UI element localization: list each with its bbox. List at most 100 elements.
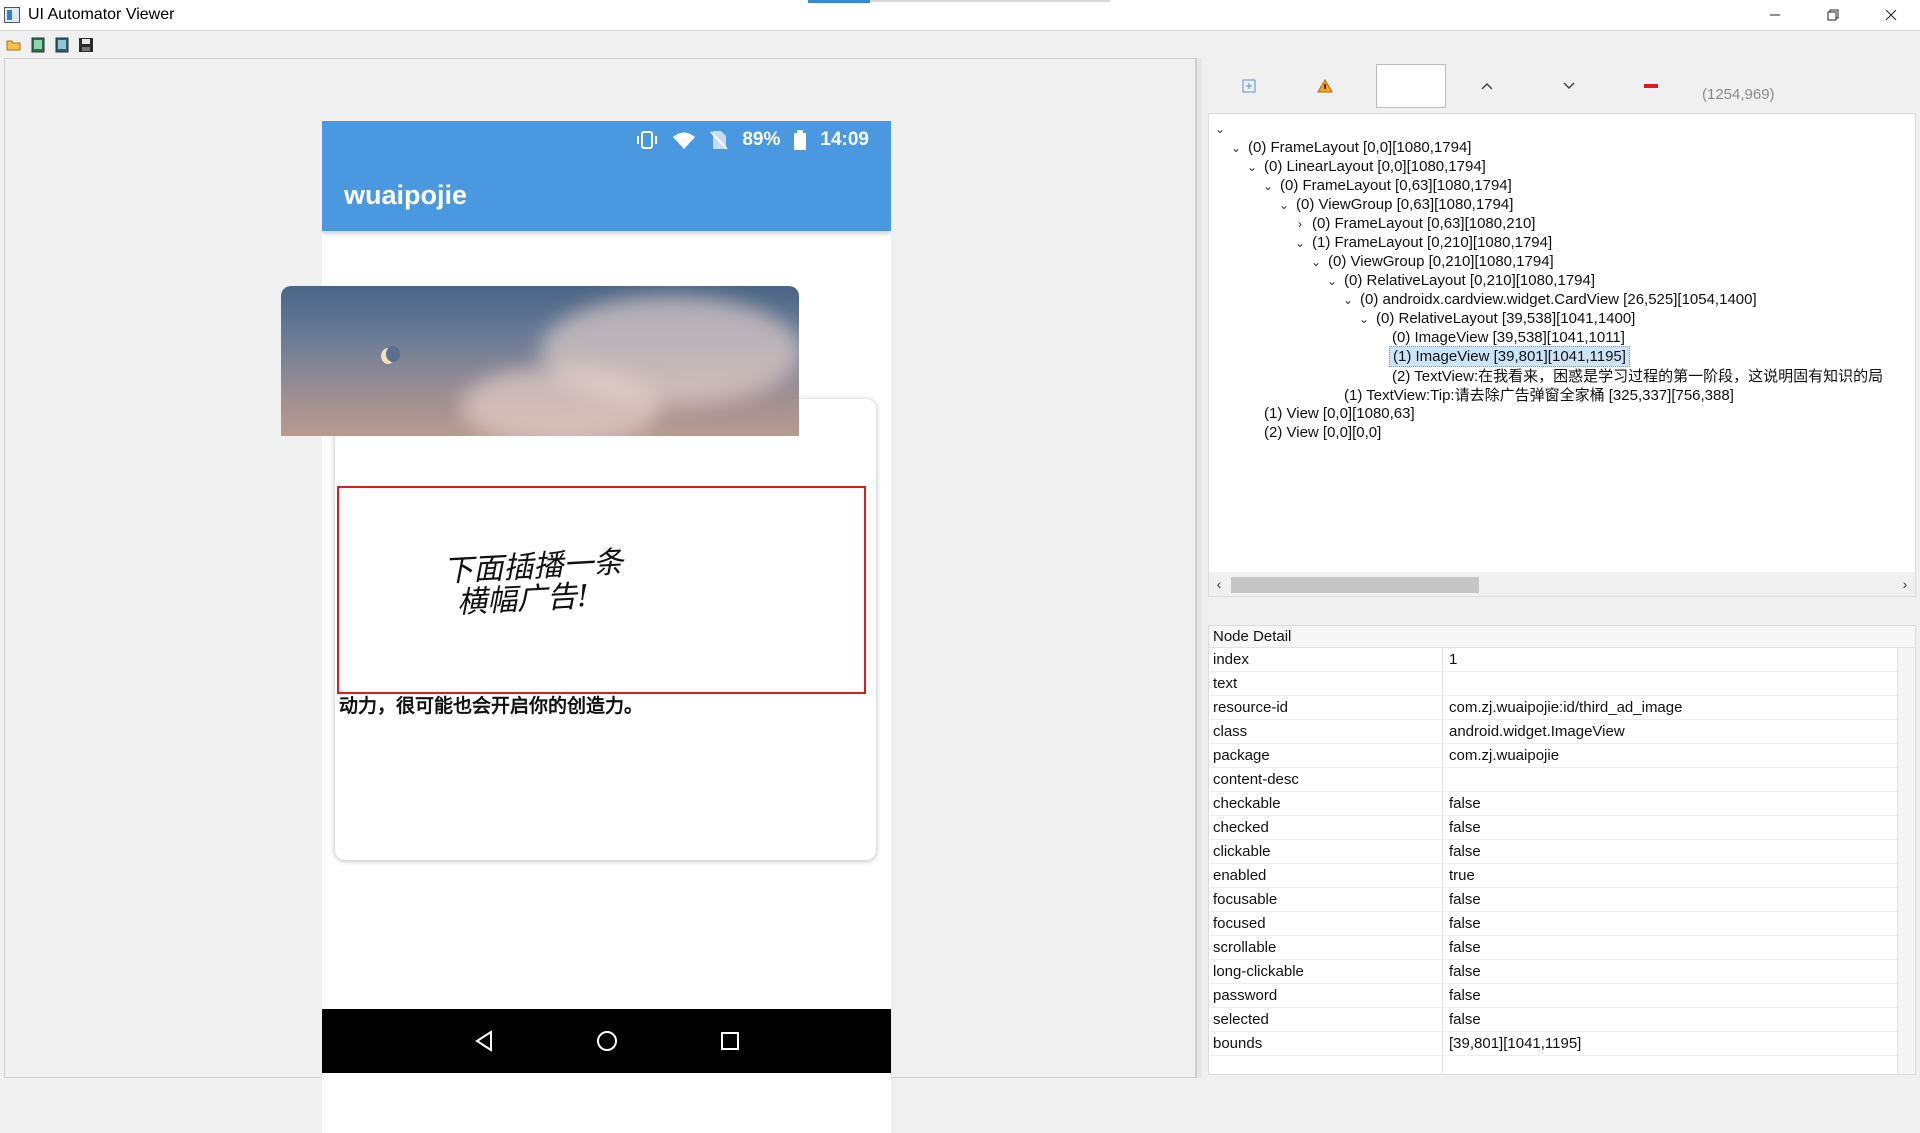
detail-value[interactable]: false bbox=[1443, 960, 1915, 984]
cursor-coordinates: (1254,969) bbox=[1702, 86, 1775, 103]
moon-shape bbox=[381, 346, 400, 364]
home-button[interactable] bbox=[594, 1028, 620, 1054]
detail-row[interactable]: package com.zj.wuaipojie bbox=[1209, 743, 1915, 768]
detail-value[interactable]: false bbox=[1443, 816, 1915, 840]
detail-row[interactable]: resource-id com.zj.wuaipojie:id/third_ad_… bbox=[1209, 695, 1915, 720]
previous-result-button[interactable] bbox=[1476, 75, 1498, 97]
close-button[interactable] bbox=[1862, 0, 1920, 30]
detail-value[interactable]: false bbox=[1443, 1008, 1915, 1032]
detail-value[interactable]: true bbox=[1443, 864, 1915, 888]
detail-row[interactable] bbox=[1209, 1055, 1915, 1075]
clear-search-button[interactable] bbox=[1640, 75, 1662, 97]
ad-banner-selected[interactable]: 下面插播一条 横幅广告! bbox=[337, 486, 866, 694]
device-screenshot-button[interactable] bbox=[29, 36, 47, 54]
detail-value[interactable] bbox=[1443, 1056, 1915, 1075]
detail-value[interactable]: false bbox=[1443, 912, 1915, 936]
detail-row[interactable]: selected false bbox=[1209, 1007, 1915, 1032]
chevron-down-icon[interactable]: ⌄ bbox=[1307, 255, 1325, 269]
toggle-nafs-button[interactable] bbox=[1314, 75, 1336, 97]
tree-node-label bbox=[1229, 128, 1235, 130]
minimize-button[interactable] bbox=[1746, 0, 1804, 30]
chevron-down-icon[interactable]: ⌄ bbox=[1211, 122, 1229, 136]
title-accent bbox=[808, 0, 870, 3]
detail-value[interactable]: [39,801][1041,1195] bbox=[1443, 1032, 1915, 1056]
detail-value[interactable]: false bbox=[1443, 984, 1915, 1008]
scroll-track[interactable] bbox=[1229, 575, 1895, 593]
restore-icon bbox=[1827, 9, 1839, 21]
open-icon bbox=[6, 40, 21, 50]
detail-row[interactable]: focused false bbox=[1209, 911, 1915, 936]
detail-row[interactable]: class android.widget.ImageView bbox=[1209, 719, 1915, 744]
scroll-right-icon[interactable]: › bbox=[1895, 576, 1915, 592]
detail-key: long-clickable bbox=[1209, 959, 1443, 984]
chevron-down-icon[interactable]: ⌄ bbox=[1243, 160, 1261, 174]
chevron-down-icon[interactable]: ⌄ bbox=[1339, 293, 1357, 307]
chevron-right-icon[interactable]: › bbox=[1291, 217, 1309, 231]
detail-value[interactable]: false bbox=[1443, 840, 1915, 864]
next-result-button[interactable] bbox=[1558, 75, 1580, 97]
detail-row[interactable]: bounds [39,801][1041,1195] bbox=[1209, 1031, 1915, 1056]
chevron-down-icon[interactable]: ⌄ bbox=[1227, 141, 1245, 155]
screenshot-panel[interactable]: 89% 14:09 wuaipojie Tip:请去除广告弹窗全家桶 下面插播一… bbox=[4, 58, 1196, 1133]
tree-horizontal-scrollbar[interactable]: ‹ › bbox=[1209, 572, 1915, 596]
detail-vertical-scrollbar[interactable] bbox=[1897, 648, 1915, 1074]
card-sky-image[interactable] bbox=[281, 286, 799, 436]
detail-key: selected bbox=[1209, 1007, 1443, 1032]
window-controls bbox=[1746, 0, 1920, 30]
device-screenshot-compressed-button[interactable] bbox=[53, 36, 71, 54]
detail-key: scrollable bbox=[1209, 935, 1443, 960]
detail-key: content-desc bbox=[1209, 767, 1443, 792]
recents-button[interactable] bbox=[717, 1028, 743, 1054]
detail-row[interactable]: checked false bbox=[1209, 815, 1915, 840]
detail-value[interactable]: false bbox=[1443, 888, 1915, 912]
device-screenshot-compressed-icon bbox=[55, 37, 69, 52]
status-bar: 89% 14:09 bbox=[322, 121, 891, 159]
save-button[interactable] bbox=[77, 36, 95, 54]
detail-value[interactable]: false bbox=[1443, 792, 1915, 816]
home-icon bbox=[596, 1031, 617, 1051]
expand-all-button[interactable] bbox=[1238, 75, 1260, 97]
chevron-down-icon[interactable]: ⌄ bbox=[1259, 179, 1277, 193]
scroll-thumb[interactable] bbox=[1231, 577, 1479, 593]
chevron-down-icon[interactable]: ⌄ bbox=[1275, 198, 1293, 212]
recents-icon bbox=[720, 1032, 739, 1050]
hierarchy-tree[interactable]: ⌄ ⌄ (0) FrameLayout [0,0][1080,1794] ⌄ (0) L… bbox=[1208, 113, 1916, 597]
inspector-panel: (1254,969) ⌄ ⌄ (0) FrameLayout [0,0][1080,… bbox=[1202, 58, 1916, 1078]
minus-icon bbox=[1644, 84, 1658, 88]
app-icon bbox=[4, 7, 20, 23]
detail-value[interactable]: com.zj.wuaipojie:id/third_ad_image bbox=[1443, 696, 1915, 720]
detail-value[interactable] bbox=[1443, 768, 1915, 792]
main-toolbar bbox=[0, 30, 1920, 58]
chevron-down-icon[interactable]: ⌄ bbox=[1355, 312, 1373, 326]
detail-row[interactable]: clickable false bbox=[1209, 839, 1915, 864]
card-body-text[interactable]: 动力，很可能也会开启你的创造力。 bbox=[339, 691, 643, 718]
chevron-down-icon[interactable]: ⌄ bbox=[1323, 274, 1341, 288]
detail-row[interactable]: enabled true bbox=[1209, 863, 1915, 888]
scroll-left-icon[interactable]: ‹ bbox=[1209, 576, 1229, 592]
detail-row[interactable]: index 1 bbox=[1209, 647, 1915, 672]
back-button[interactable] bbox=[471, 1028, 497, 1054]
detail-row[interactable]: checkable false bbox=[1209, 791, 1915, 816]
cloud-shape bbox=[461, 366, 661, 436]
detail-row[interactable]: scrollable false bbox=[1209, 935, 1915, 960]
detail-row[interactable]: focusable false bbox=[1209, 887, 1915, 912]
detail-row[interactable]: long-clickable false bbox=[1209, 959, 1915, 984]
detail-value[interactable]: com.zj.wuaipojie bbox=[1443, 744, 1915, 768]
detail-value[interactable]: 1 bbox=[1443, 648, 1915, 672]
search-box[interactable] bbox=[1376, 64, 1446, 108]
detail-value[interactable] bbox=[1443, 672, 1915, 696]
nav-bar bbox=[322, 1009, 891, 1073]
detail-value[interactable]: false bbox=[1443, 936, 1915, 960]
chevron-down-icon[interactable]: ⌄ bbox=[1291, 236, 1309, 250]
tree-node[interactable]: (2) View [0,0][0,0] bbox=[1243, 421, 1384, 444]
detail-row[interactable]: text bbox=[1209, 671, 1915, 696]
window-title: UI Automator Viewer bbox=[28, 6, 175, 23]
restore-button[interactable] bbox=[1804, 0, 1862, 30]
detail-value[interactable]: android.widget.ImageView bbox=[1443, 720, 1915, 744]
detail-row[interactable]: content-desc bbox=[1209, 767, 1915, 792]
close-icon bbox=[1885, 9, 1897, 21]
title-accent-line bbox=[870, 0, 1110, 2]
open-button[interactable] bbox=[5, 36, 23, 54]
detail-row[interactable]: password false bbox=[1209, 983, 1915, 1008]
ad-text: 下面插播一条 横幅广告! bbox=[442, 540, 766, 621]
